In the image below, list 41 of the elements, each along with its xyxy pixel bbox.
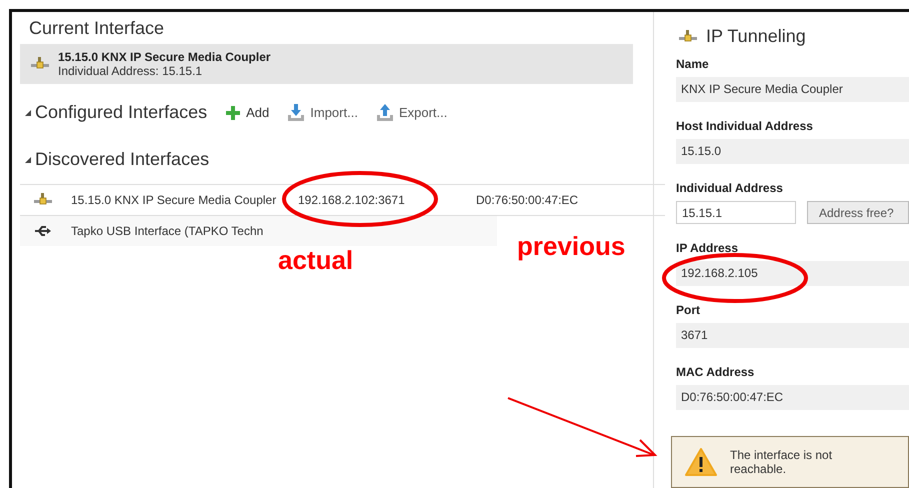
field-label: Individual Address <box>676 181 784 195</box>
field-label: IP Address <box>676 241 740 256</box>
interface-address: Individual Address: 15.15.1 <box>58 64 204 78</box>
interface-name: 15.15.0 KNX IP Secure Media Coupler <box>71 193 278 207</box>
annotation-label: actual <box>278 245 354 276</box>
add-button[interactable]: Add <box>225 104 270 120</box>
warning-text: The interface is not reachable. <box>730 448 834 476</box>
field-label: Name <box>676 57 710 71</box>
readonly-field: 192.168.2.105 <box>676 261 909 286</box>
readonly-field: KNX IP Secure Media Coupler <box>676 77 909 102</box>
section-heading: Configured Interfaces <box>35 102 208 123</box>
interface-name: 15.15.0 KNX IP Secure Media Coupler <box>58 50 271 64</box>
interface-name: Tapko USB Interface (TAPKO Techn <box>71 224 264 238</box>
readonly-field: D0:76:50:00:47:EC <box>676 385 909 410</box>
network-icon <box>30 57 50 71</box>
field-label: Port <box>676 303 701 318</box>
mac-address: D0:76:50:00:47:EC <box>476 193 578 207</box>
ip-address: 192.168.2.102:3671 <box>298 193 406 207</box>
section-heading: Current Interface <box>29 18 166 39</box>
field-label: MAC Address <box>676 365 756 380</box>
input-field[interactable]: 15.15.1 <box>676 201 796 224</box>
annotation-label: previous <box>517 231 626 262</box>
panel-title: IP Tunneling <box>706 26 806 47</box>
section-heading: Discovered Interfaces <box>35 149 210 170</box>
import-button[interactable]: Import... <box>287 104 358 121</box>
download-icon <box>287 104 306 121</box>
expand-arrow-icon[interactable] <box>25 156 31 162</box>
plus-icon <box>225 104 242 120</box>
interface-row[interactable]: Tapko USB Interface (TAPKO Techn <box>20 216 497 246</box>
usb-icon <box>34 224 52 238</box>
expand-arrow-icon[interactable] <box>25 110 31 116</box>
upload-icon <box>376 104 394 121</box>
network-icon <box>678 30 698 44</box>
field-label: Host Individual Address <box>676 119 814 133</box>
readonly-field: 3671 <box>676 323 909 348</box>
interface-row[interactable]: 15.15.0 KNX IP Secure Media Coupler 192.168.2.102:3671 D0:76:50:00:47:EC <box>20 184 665 216</box>
export-button[interactable]: Export... <box>376 104 448 121</box>
address-free-button[interactable]: Address free? <box>807 201 909 224</box>
warning-icon <box>684 447 718 478</box>
readonly-field: 15.15.0 <box>676 139 909 164</box>
network-icon <box>33 193 53 207</box>
